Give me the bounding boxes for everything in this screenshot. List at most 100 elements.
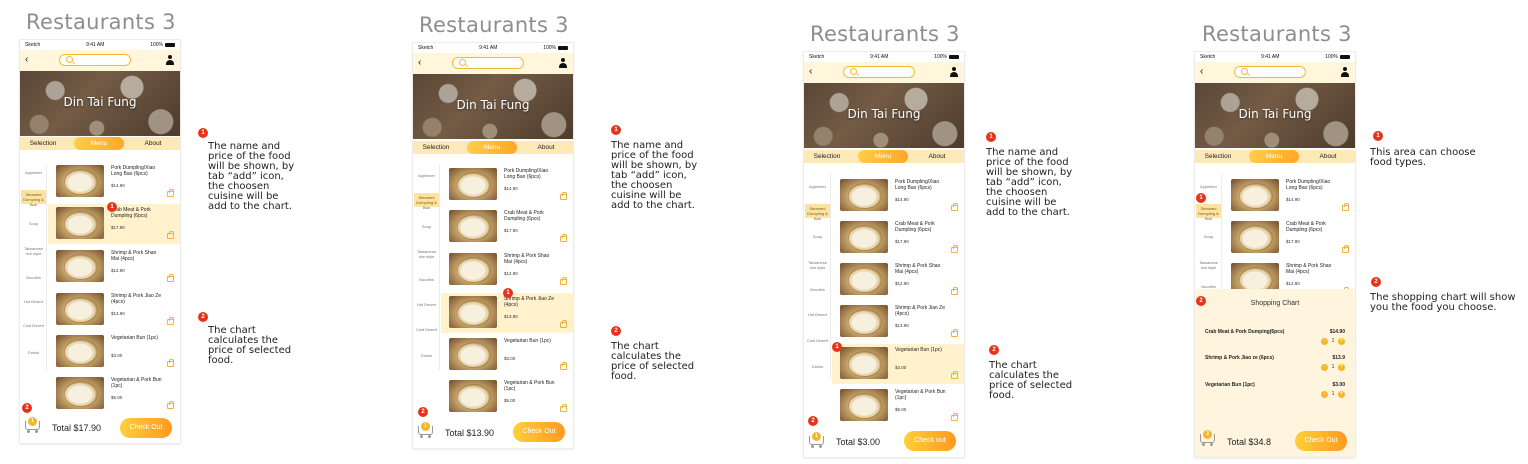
category-item-selected[interactable]: Steamed Dumpling & Bun: [1196, 204, 1221, 221]
tab-selection[interactable]: Selection: [28, 137, 58, 150]
tab-bar: Selection Menu About: [413, 141, 573, 154]
category-item[interactable]: Taiwanese rice style: [1196, 260, 1221, 270]
tab-menu[interactable]: Menu: [74, 137, 124, 150]
annotation-note: The name and price of the food will be s…: [611, 140, 698, 211]
screen-title: Restaurants 3: [419, 13, 569, 37]
dish-name: Pork Dumpling/Xiao Long Bao (6pcs): [895, 179, 940, 191]
add-to-cart-icon[interactable]: [1342, 245, 1349, 253]
category-item[interactable]: Appetizer: [414, 173, 439, 178]
back-arrow-icon[interactable]: ‹: [809, 66, 812, 78]
add-to-cart-icon[interactable]: [951, 203, 958, 211]
battery-label: 100%: [934, 54, 947, 60]
dish-name: Shrimp & Pork Jiao Ze (4pcs): [504, 296, 555, 308]
tab-menu[interactable]: Menu: [1249, 150, 1299, 163]
back-arrow-icon[interactable]: ‹: [1200, 66, 1203, 78]
decrease-button[interactable]: -: [1321, 391, 1328, 398]
add-to-cart-icon[interactable]: [560, 320, 567, 328]
add-to-cart-icon[interactable]: [167, 401, 174, 409]
category-item-selected[interactable]: Steamed Dumpling & Bun: [805, 204, 830, 221]
add-to-cart-icon[interactable]: [167, 274, 174, 282]
category-item[interactable]: Noodles: [805, 287, 830, 292]
search-input[interactable]: [452, 57, 524, 69]
category-item[interactable]: Appetizer: [805, 184, 830, 189]
category-item-selected[interactable]: Steamed Dumpling & Bun: [414, 193, 439, 210]
category-item[interactable]: Taiwanese rice style: [414, 249, 439, 259]
add-to-cart-icon[interactable]: [167, 189, 174, 197]
decrease-button[interactable]: -: [1321, 338, 1328, 345]
chart-line-name: Vegetarian Bun (1pc): [1205, 382, 1255, 388]
tab-selection[interactable]: Selection: [1203, 150, 1233, 163]
user-profile-icon[interactable]: [559, 58, 567, 68]
increase-button[interactable]: +: [1338, 391, 1345, 398]
category-item[interactable]: Hot Desert: [414, 302, 439, 307]
decrease-button[interactable]: -: [1321, 364, 1328, 371]
add-to-cart-icon[interactable]: [951, 413, 958, 421]
user-profile-icon[interactable]: [166, 55, 174, 65]
category-item[interactable]: Cold Desert: [414, 327, 439, 332]
chart-line-name: Shrimp & Pork Jiao ze (6pcs): [1205, 355, 1274, 361]
add-to-cart-icon[interactable]: [560, 192, 567, 200]
checkout-button[interactable]: Check out: [904, 431, 956, 451]
dish-name: Shrimp & Pork Jiao Ze (4pcs): [895, 305, 946, 317]
tab-menu[interactable]: Menu: [858, 150, 908, 163]
category-item[interactable]: Hot Desert: [21, 299, 46, 304]
tab-selection[interactable]: Selection: [421, 141, 451, 154]
dish-name: Pork Dumpling/Xiao Long Bao (6pcs): [1286, 179, 1331, 191]
category-item[interactable]: Cold Desert: [805, 338, 830, 343]
category-item[interactable]: Taiwanese rice style: [805, 260, 830, 270]
category-item[interactable]: Soup: [21, 221, 46, 226]
add-to-cart-icon[interactable]: [560, 362, 567, 370]
increase-button[interactable]: +: [1338, 338, 1345, 345]
add-to-cart-icon[interactable]: [951, 329, 958, 337]
category-item[interactable]: Soup: [805, 234, 830, 239]
category-item[interactable]: Taiwanese rice style: [21, 246, 46, 256]
user-profile-icon[interactable]: [1341, 67, 1349, 77]
add-to-cart-icon[interactable]: [951, 371, 958, 379]
category-item[interactable]: Drinks: [21, 350, 46, 355]
add-to-cart-icon[interactable]: [167, 317, 174, 325]
checkout-button[interactable]: Check Out: [513, 422, 565, 442]
cart-icon[interactable]: 3: [1199, 430, 1217, 446]
add-to-cart-icon[interactable]: [560, 404, 567, 412]
user-profile-icon[interactable]: [950, 67, 958, 77]
back-arrow-icon[interactable]: ‹: [25, 54, 28, 66]
increase-button[interactable]: +: [1338, 364, 1345, 371]
battery-icon: [1339, 55, 1350, 59]
category-item[interactable]: Noodles: [21, 275, 46, 280]
category-item[interactable]: Cold Desert: [21, 323, 46, 328]
checkout-button[interactable]: Check Out: [120, 418, 172, 438]
cart-icon[interactable]: 1: [24, 417, 42, 433]
category-item[interactable]: Hot Desert: [805, 312, 830, 317]
category-item[interactable]: Drinks: [414, 353, 439, 358]
checkout-button[interactable]: Check Out: [1295, 431, 1347, 451]
category-item[interactable]: Appetizer: [1196, 184, 1221, 189]
menu-item: Crab Meat & Pork Dumpling (6pcs) $17.90: [1223, 218, 1355, 258]
tab-about[interactable]: About: [922, 150, 952, 163]
screen-title: Restaurants 3: [1202, 22, 1352, 46]
add-to-cart-icon[interactable]: [951, 245, 958, 253]
category-item[interactable]: Soup: [1196, 234, 1221, 239]
cart-icon[interactable]: 1: [808, 432, 826, 448]
add-to-cart-icon[interactable]: [167, 231, 174, 239]
search-input[interactable]: [843, 66, 915, 78]
tab-selection[interactable]: Selection: [812, 150, 842, 163]
add-to-cart-icon[interactable]: [1342, 203, 1349, 211]
category-item[interactable]: Drinks: [805, 364, 830, 369]
category-item[interactable]: Soup: [414, 224, 439, 229]
search-input[interactable]: [59, 54, 131, 66]
tab-about[interactable]: About: [138, 137, 168, 150]
category-item[interactable]: Appetizer: [21, 170, 46, 175]
add-to-cart-icon[interactable]: [167, 359, 174, 367]
add-to-cart-icon[interactable]: [560, 277, 567, 285]
chart-line-name: Crab Meat & Pork Dumping(6pcs): [1205, 329, 1285, 335]
search-input[interactable]: [1234, 66, 1306, 78]
category-item-selected[interactable]: Steamed Dumpling & Bun: [21, 190, 46, 207]
tab-about[interactable]: About: [531, 141, 561, 154]
tab-menu[interactable]: Menu: [467, 141, 517, 154]
tab-about[interactable]: About: [1313, 150, 1343, 163]
category-item[interactable]: Noodles: [414, 277, 439, 282]
cart-icon[interactable]: 1: [417, 422, 435, 438]
add-to-cart-icon[interactable]: [560, 234, 567, 242]
back-arrow-icon[interactable]: ‹: [418, 57, 421, 69]
add-to-cart-icon[interactable]: [951, 287, 958, 295]
